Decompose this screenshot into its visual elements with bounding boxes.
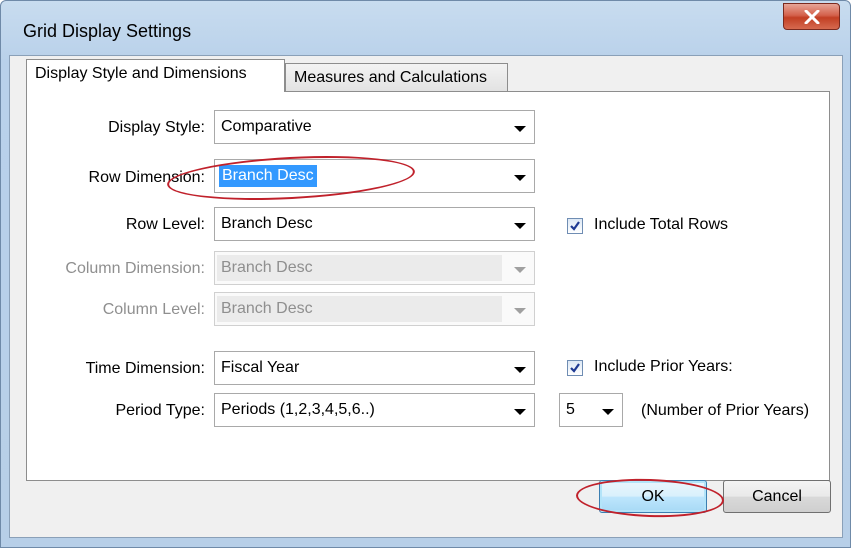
column-dimension-label: Column Dimension:	[65, 260, 205, 277]
row-level-value: Branch Desc	[221, 215, 313, 232]
chevron-down-icon	[514, 175, 526, 181]
row-dimension-label: Row Dimension:	[88, 169, 205, 186]
row-dimension-dropdown[interactable]: Branch Desc	[214, 159, 535, 193]
chevron-down-icon	[514, 223, 526, 229]
title-bar[interactable]: Grid Display Settings	[1, 1, 851, 55]
column-level-label: Column Level:	[102, 301, 205, 318]
display-style-label: Display Style:	[108, 119, 205, 136]
row-dimension-value: Branch Desc	[219, 165, 317, 187]
dialog-body: Display Style and Dimensions Measures an…	[9, 55, 843, 538]
window-title: Grid Display Settings	[23, 21, 192, 41]
checkmark-icon	[570, 221, 580, 231]
chevron-down-icon	[514, 409, 526, 415]
prior-years-count-note: (Number of Prior Years)	[641, 402, 810, 419]
chevron-down-icon	[514, 308, 526, 314]
time-dimension-value: Fiscal Year	[221, 359, 300, 376]
period-type-dropdown[interactable]: Periods (1,2,3,4,5,6..)	[214, 393, 535, 427]
close-icon	[804, 10, 820, 24]
period-type-label: Period Type:	[115, 402, 205, 419]
tab-panel: Display Style: Comparative Row Dimension…	[26, 91, 830, 481]
chevron-down-icon	[514, 367, 526, 373]
row-level-dropdown[interactable]: Branch Desc	[214, 207, 535, 241]
chevron-down-icon	[514, 126, 526, 132]
display-style-value: Comparative	[221, 118, 312, 135]
ok-button[interactable]: OK	[599, 480, 707, 513]
prior-years-count-value: 5	[566, 401, 575, 418]
include-prior-years-label: Include Prior Years:	[594, 358, 733, 375]
period-type-value: Periods (1,2,3,4,5,6..)	[221, 401, 375, 418]
include-total-rows-label: Include Total Rows	[594, 216, 728, 233]
column-dimension-value: Branch Desc	[221, 259, 313, 276]
chevron-down-icon	[514, 267, 526, 273]
display-style-dropdown[interactable]: Comparative	[214, 110, 535, 144]
tab-measures-and-calculations[interactable]: Measures and Calculations	[285, 63, 508, 93]
prior-years-count-dropdown[interactable]: 5	[559, 393, 623, 427]
chevron-down-icon	[602, 409, 614, 415]
time-dimension-dropdown[interactable]: Fiscal Year	[214, 351, 535, 385]
include-prior-years-checkbox[interactable]	[567, 360, 583, 376]
cancel-button[interactable]: Cancel	[723, 480, 831, 513]
time-dimension-label: Time Dimension:	[85, 360, 205, 377]
tab-display-style-and-dimensions[interactable]: Display Style and Dimensions	[26, 59, 285, 92]
row-level-label: Row Level:	[125, 216, 205, 233]
column-level-value: Branch Desc	[221, 300, 313, 317]
column-level-dropdown: Branch Desc	[214, 292, 535, 326]
include-total-rows-checkbox[interactable]	[567, 218, 583, 234]
close-button[interactable]	[783, 3, 840, 30]
column-dimension-dropdown: Branch Desc	[214, 251, 535, 285]
checkmark-icon	[570, 363, 580, 373]
dialog-window: Grid Display Settings Display Style and …	[0, 0, 851, 548]
